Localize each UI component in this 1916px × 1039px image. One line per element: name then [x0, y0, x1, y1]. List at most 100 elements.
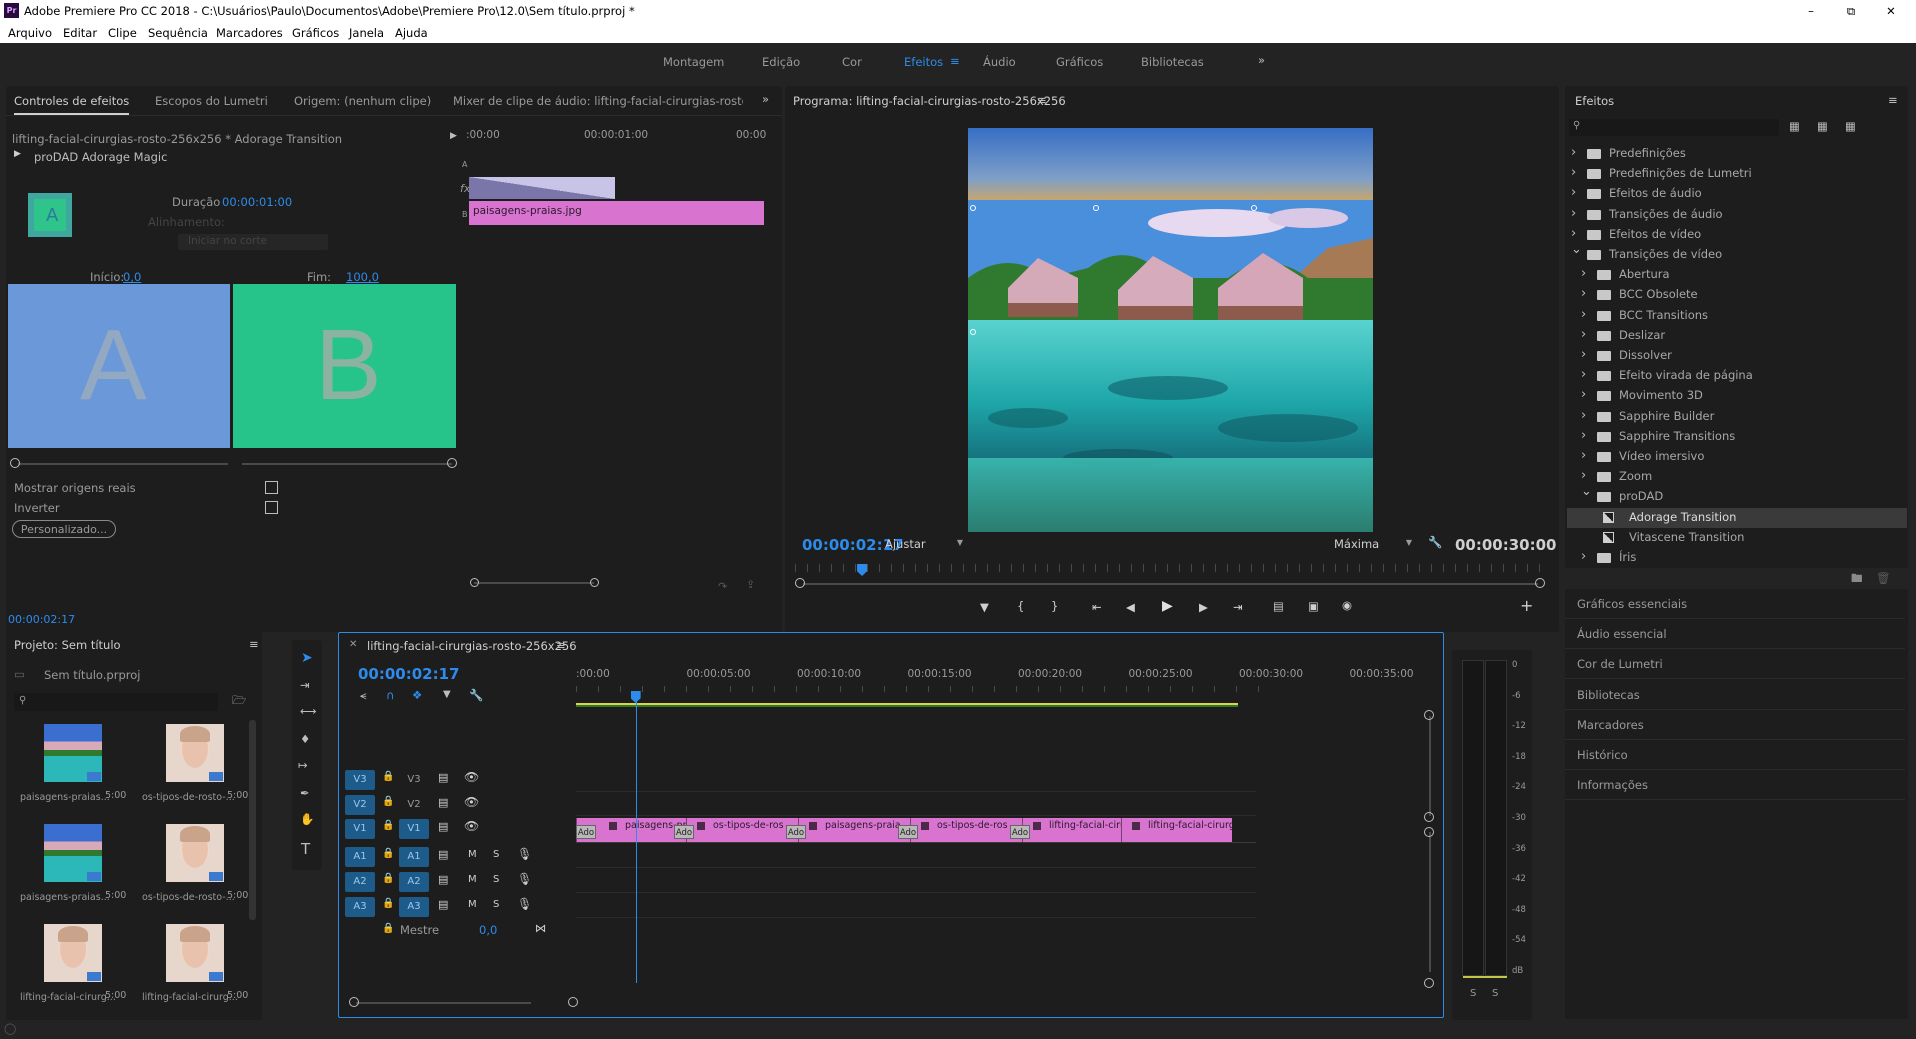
timeline-clip[interactable]: paisagens-praia	[798, 818, 910, 842]
microphone-icon[interactable]: 🎙	[517, 872, 532, 886]
workspace-efeitos[interactable]: Efeitos	[904, 55, 943, 69]
effects-tree-item[interactable]: Adorage Transition	[1567, 507, 1907, 528]
menu-marcadores[interactable]: Marcadores	[216, 26, 283, 40]
start-value[interactable]: 0,0	[123, 270, 141, 284]
go-to-out-icon[interactable]: ⇥	[1233, 600, 1243, 614]
play-icon[interactable]: ▶	[1162, 598, 1173, 614]
timeline-playhead[interactable]	[635, 695, 637, 983]
chevron-right-icon[interactable]: ›	[1581, 367, 1586, 382]
effects-tree-item[interactable]: › Dissolver	[1567, 346, 1907, 366]
chevron-right-icon[interactable]: ›	[1581, 286, 1586, 301]
sync-lock-icon[interactable]: ▤	[438, 848, 448, 861]
project-menu-icon[interactable]: ≡	[249, 637, 259, 651]
add-marker-icon[interactable]: ▼	[980, 600, 989, 614]
effects-tree-item[interactable]: Vitascene Transition	[1567, 528, 1907, 548]
track-target[interactable]: A2	[399, 872, 429, 892]
timeline-clip[interactable]: os-tipos-de-ros	[686, 818, 798, 842]
show-actual-sources-checkbox[interactable]	[265, 481, 278, 494]
export-frame-camera-icon[interactable]: ◉	[1342, 598, 1352, 612]
chevron-right-icon[interactable]: ›	[1581, 327, 1586, 342]
reverse-checkbox[interactable]	[265, 501, 278, 514]
mini-clip[interactable]: paisagens-praias.jpg	[469, 201, 764, 225]
timeline-ruler[interactable]: :00:00 00:00:05:00 00:00:10:00 00:00:15:00 0…	[576, 668, 1414, 696]
track-target[interactable]: V2	[399, 795, 429, 815]
more-panels-icon[interactable]: »	[762, 92, 769, 106]
effects-tree-item[interactable]: › Efeitos de vídeo	[1567, 225, 1907, 245]
accelerated-effects-icon[interactable]: ▦	[1789, 119, 1800, 133]
sync-lock-icon[interactable]: ▤	[438, 771, 448, 784]
timeline-tab[interactable]: lifting-facial-cirurgias-rosto-256x256	[367, 639, 577, 653]
workspace-bibliotecas[interactable]: Bibliotecas	[1141, 55, 1204, 69]
lock-icon[interactable]: 🔒	[382, 796, 394, 807]
effects-tree-item[interactable]: › Abertura	[1567, 265, 1907, 285]
new-bin-from-search-icon[interactable]: 🗁	[232, 693, 246, 712]
razor-tool-icon[interactable]: ♦	[300, 732, 310, 746]
effects-tree-item[interactable]: › Zoom	[1567, 467, 1907, 487]
chevron-right-icon[interactable]: ›	[1571, 226, 1576, 241]
menu-ajuda[interactable]: Ajuda	[395, 26, 428, 40]
nest-icon[interactable]: ⪪	[360, 688, 367, 703]
effects-tree-item[interactable]: › BCC Obsolete	[1567, 285, 1907, 305]
track-target[interactable]: V3	[399, 770, 429, 790]
effects-tree-item[interactable]: › Transições de áudio	[1567, 205, 1907, 225]
project-item[interactable]: paisagens-praias... 5:00	[14, 820, 130, 916]
hand-tool-icon[interactable]: ✋	[300, 812, 314, 826]
timeline-horizontal-scroll[interactable]	[356, 1002, 531, 1004]
menu-sequencia[interactable]: Sequência	[148, 26, 208, 40]
side-panel-item[interactable]: Áudio essencial	[1565, 619, 1905, 650]
effects-tree-item[interactable]: › Efeito virada de página	[1567, 366, 1907, 386]
effect-controls-timecode[interactable]: 00:00:02:17	[8, 613, 75, 626]
solo-button[interactable]: S	[493, 874, 499, 885]
mini-share-icon[interactable]: ⇪	[746, 578, 755, 591]
close-sequence-icon[interactable]: ✕	[349, 639, 357, 650]
mute-button[interactable]: M	[468, 899, 477, 910]
vscroll-handle-bottom[interactable]	[1424, 978, 1434, 988]
effects-tree-item[interactable]: › Sapphire Builder	[1567, 407, 1907, 427]
end-value[interactable]: 100,0	[346, 270, 379, 284]
pen-tool-icon[interactable]: ✒	[300, 786, 310, 800]
sync-lock-icon[interactable]: ▤	[438, 820, 448, 833]
project-item[interactable]: lifting-facial-cirurg... 5:00	[14, 920, 130, 1016]
ripple-edit-tool-icon[interactable]: ⟷	[300, 704, 317, 718]
tab-lumetri-scopes[interactable]: Escopos do Lumetri	[155, 94, 268, 108]
step-back-icon[interactable]: ◀	[1126, 600, 1135, 614]
yuv-effects-icon[interactable]: ▦	[1845, 119, 1856, 133]
program-zoom-bar[interactable]	[803, 583, 1538, 585]
chevron-right-icon[interactable]: ›	[1581, 266, 1586, 281]
lock-icon[interactable]: 🔒	[382, 898, 394, 909]
lift-icon[interactable]: ▤	[1273, 599, 1284, 613]
delete-icon[interactable]: 🗑	[1876, 571, 1891, 585]
scroll-handle-left[interactable]	[349, 997, 359, 1007]
sync-lock-icon[interactable]: ▤	[438, 796, 448, 809]
chevron-right-icon[interactable]: ›	[1581, 408, 1586, 423]
sync-lock-icon[interactable]: ▤	[438, 898, 448, 911]
chevron-right-icon[interactable]: ›	[1571, 145, 1576, 160]
mini-zoom-slider[interactable]	[474, 582, 594, 584]
timeline-clip[interactable]: os-tipos-de-ros	[910, 818, 1022, 842]
mini-export-icon[interactable]: ↷	[718, 580, 727, 593]
mini-zoom-handle-left[interactable]	[470, 578, 479, 587]
workspace-cor[interactable]: Cor	[842, 55, 862, 69]
chevron-right-icon[interactable]: ›	[1581, 428, 1586, 443]
effects-tree-item[interactable]: › Predefinições	[1567, 144, 1907, 164]
tab-audio-clip-mixer[interactable]: Mixer de clipe de áudio: lifting-facial-…	[453, 94, 743, 108]
alignment-dropdown[interactable]: Iniciar no corte	[178, 234, 328, 250]
effects-tree-item[interactable]: ⌄ Transições de vídeo	[1567, 242, 1907, 265]
menu-clipe[interactable]: Clipe	[108, 26, 137, 40]
program-playhead[interactable]	[857, 564, 868, 576]
chevron-right-icon[interactable]: ›	[1581, 549, 1586, 564]
effects-tree-item[interactable]: › Efeitos de áudio	[1567, 184, 1907, 204]
program-scrub-ruler[interactable]	[795, 564, 1550, 572]
more-workspaces-icon[interactable]: »	[1258, 53, 1265, 67]
start-slider-handle[interactable]	[10, 458, 20, 468]
chevron-down-icon[interactable]: ⌄	[1581, 484, 1592, 499]
source-patch[interactable]: A2	[345, 872, 375, 892]
workspace-graficos[interactable]: Gráficos	[1056, 55, 1103, 69]
settings-wrench-icon[interactable]: 🔧	[1428, 535, 1442, 549]
tab-effect-controls[interactable]: Controles de efeitos	[14, 94, 130, 115]
effects-search-input[interactable]: ⚲	[1569, 119, 1779, 136]
project-item[interactable]: lifting-facial-cirurg... 5:00	[136, 920, 252, 1016]
add-marker-icon[interactable]: ▼	[443, 689, 451, 700]
vscroll-handle-top[interactable]	[1424, 710, 1434, 720]
chevron-right-icon[interactable]: ›	[1581, 387, 1586, 402]
